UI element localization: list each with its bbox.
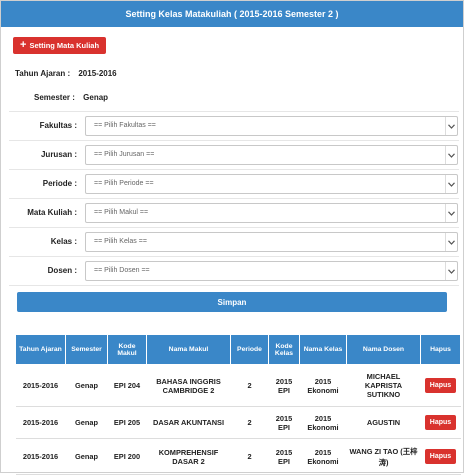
table-cell: AGUSTIN (346, 406, 421, 439)
column-header: Nama Kelas (299, 334, 347, 365)
table-cell: 2015-2016 (15, 364, 66, 407)
dosen-select-value: == Pilih Dosen == (94, 267, 150, 274)
simpan-button[interactable]: Simpan (17, 292, 447, 312)
table-cell: 2015 EPI (268, 406, 300, 439)
periode-label: Periode : (42, 179, 77, 188)
column-header: Periode (230, 334, 269, 365)
tahun-ajaran-label: Tahun Ajaran : (15, 69, 71, 78)
fakultas-row: Fakultas : == Pilih Fakultas == (1, 114, 464, 138)
table-cell: 2015 Ekonomi (299, 364, 347, 407)
table-cell: Genap (65, 406, 108, 439)
hapus-button[interactable]: Hapus (424, 378, 457, 393)
mata-kuliah-label: Mata Kuliah : (27, 208, 77, 217)
divider (9, 256, 459, 257)
semester-value: Genap (83, 93, 109, 102)
add-setting-button[interactable]: + Setting Mata Kuliah (13, 37, 107, 54)
mata-kuliah-row: Mata Kuliah : == Pilih Makul == (1, 201, 464, 225)
add-setting-label: Setting Mata Kuliah (29, 41, 100, 50)
chevron-down-icon (445, 175, 457, 193)
column-header: Hapus (420, 334, 461, 365)
dosen-label: Dosen : (47, 266, 77, 275)
fakultas-select[interactable]: == Pilih Fakultas == (85, 116, 458, 136)
column-header: Kode Kelas (268, 334, 300, 365)
column-header: Semester (65, 334, 108, 365)
table-header-row: Tahun Ajaran Semester Kode Makul Nama Ma… (15, 334, 461, 365)
divider (9, 285, 459, 286)
table-cell: 2015 EPI (268, 438, 300, 475)
table-cell: BAHASA INGGRIS CAMBRIDGE 2 (146, 364, 231, 407)
table-cell: 2015-2016 (15, 406, 66, 439)
table-cell: 2015 EPI (268, 364, 300, 407)
plus-icon: + (20, 39, 27, 51)
tahun-ajaran-row: Tahun Ajaran : 2015-2016 (15, 69, 117, 78)
table-cell: Genap (65, 364, 108, 407)
chevron-down-icon (445, 117, 457, 135)
fakultas-select-value: == Pilih Fakultas == (94, 122, 156, 129)
page-title: Setting Kelas Matakuliah ( 2015-2016 Sem… (1, 1, 463, 27)
table-row: 2015-2016 Genap EPI 200 KOMPREHENSIF DAS… (15, 438, 461, 475)
kelas-select-value: == Pilih Kelas == (94, 238, 147, 245)
chevron-down-icon (445, 146, 457, 164)
table-cell: 2015 Ekonomi (299, 438, 347, 475)
table-cell: EPI 204 (107, 364, 147, 407)
table-cell: KOMPREHENSIF DASAR 2 (146, 438, 231, 475)
dosen-row: Dosen : == Pilih Dosen == (1, 259, 464, 283)
table-row: 2015-2016 Genap EPI 204 BAHASA INGGRIS C… (15, 364, 461, 407)
mata-kuliah-select-value: == Pilih Makul == (94, 209, 149, 216)
column-header: Nama Makul (146, 334, 231, 365)
table-cell: MICHAEL KAPRISTA SUTIKNO (346, 364, 421, 407)
table-cell: EPI 205 (107, 406, 147, 439)
hapus-button[interactable]: Hapus (424, 449, 457, 464)
table-cell: 2015 Ekonomi (299, 406, 347, 439)
column-header: Nama Dosen (346, 334, 421, 365)
column-header: Tahun Ajaran (15, 334, 66, 365)
periode-select-value: == Pilih Periode == (94, 180, 154, 187)
divider (9, 140, 459, 141)
table-cell: EPI 200 (107, 438, 147, 475)
kelas-table: Tahun Ajaran Semester Kode Makul Nama Ma… (15, 334, 461, 475)
divider (9, 111, 459, 112)
divider (9, 227, 459, 228)
fakultas-label: Fakultas : (39, 121, 77, 130)
periode-row: Periode : == Pilih Periode == (1, 172, 464, 196)
divider (9, 169, 459, 170)
jurusan-label: Jurusan : (40, 150, 77, 159)
table-cell: Hapus (420, 364, 461, 407)
kelas-select[interactable]: == Pilih Kelas == (85, 232, 458, 252)
table-cell: WANG ZI TAO (王梓涛) (346, 438, 421, 475)
jurusan-row: Jurusan : == Pilih Jurusan == (1, 143, 464, 167)
chevron-down-icon (445, 262, 457, 280)
table-cell: Genap (65, 438, 108, 475)
dosen-select[interactable]: == Pilih Dosen == (85, 261, 458, 281)
table-cell: DASAR AKUNTANSI (146, 406, 231, 439)
table-cell: Hapus (420, 438, 461, 475)
main-panel: Setting Kelas Matakuliah ( 2015-2016 Sem… (0, 0, 464, 475)
table-cell: 2015-2016 (15, 438, 66, 475)
column-header: Kode Makul (107, 334, 147, 365)
hapus-button[interactable]: Hapus (424, 415, 457, 430)
semester-row: Semester : Genap (34, 93, 108, 102)
periode-select[interactable]: == Pilih Periode == (85, 174, 458, 194)
table-row: 2015-2016 Genap EPI 205 DASAR AKUNTANSI … (15, 406, 461, 439)
kelas-label: Kelas : (50, 237, 77, 246)
chevron-down-icon (445, 204, 457, 222)
jurusan-select[interactable]: == Pilih Jurusan == (85, 145, 458, 165)
table-cell: 2 (230, 438, 269, 475)
table-cell: 2 (230, 364, 269, 407)
jurusan-select-value: == Pilih Jurusan == (94, 151, 155, 158)
table-cell: 2 (230, 406, 269, 439)
kelas-row: Kelas : == Pilih Kelas == (1, 230, 464, 254)
table-cell: Hapus (420, 406, 461, 439)
semester-label: Semester : (34, 93, 75, 102)
divider (9, 198, 459, 199)
chevron-down-icon (445, 233, 457, 251)
tahun-ajaran-value: 2015-2016 (78, 69, 117, 78)
mata-kuliah-select[interactable]: == Pilih Makul == (85, 203, 458, 223)
